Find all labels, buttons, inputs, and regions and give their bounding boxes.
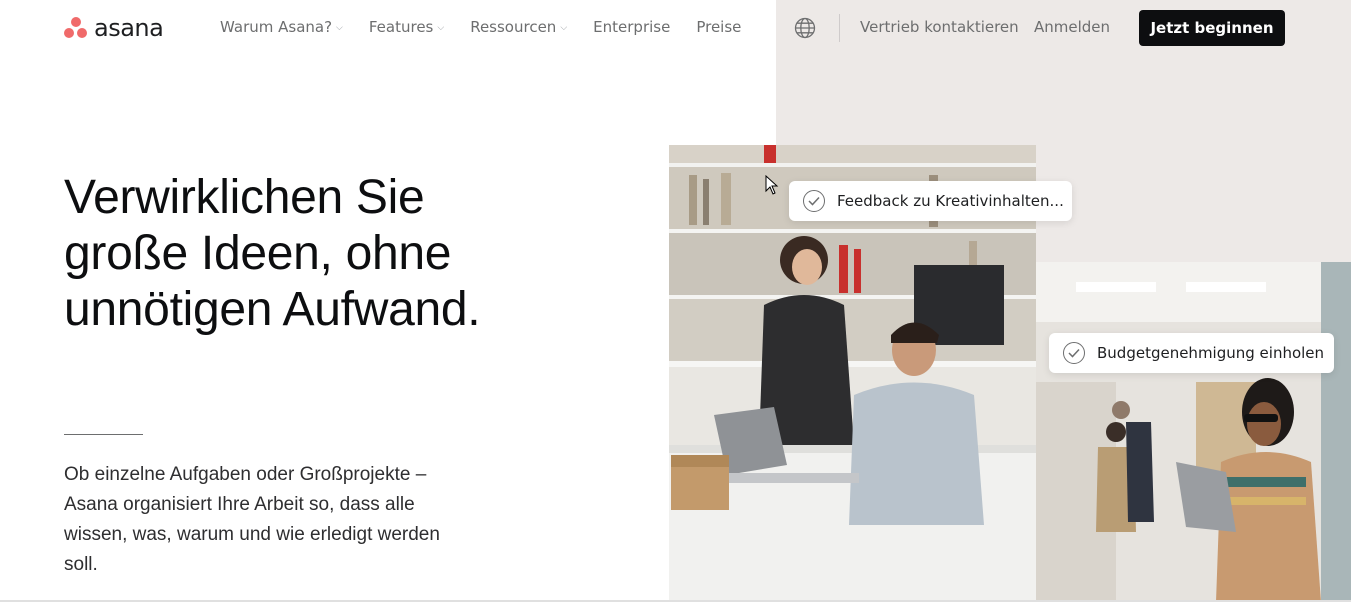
main-nav: Warum Asana? ⌵ Features ⌵ Ressourcen ⌵ E… (220, 18, 741, 36)
nav-item-label: Ressourcen (470, 18, 557, 36)
contact-sales-link[interactable]: Vertrieb kontaktieren (860, 18, 1019, 36)
hero-headline-line: große Ideen, ohne (64, 227, 452, 280)
task-card-label: Feedback zu Kreativinhalten... (837, 192, 1064, 210)
get-started-button[interactable]: Jetzt beginnen (1139, 10, 1285, 46)
login-link[interactable]: Anmelden (1034, 18, 1110, 36)
nav-item-label: Enterprise (593, 18, 671, 36)
asana-logo[interactable]: asana (64, 14, 164, 42)
nav-item-enterprise[interactable]: Enterprise (593, 18, 670, 36)
hero-subtext: Ob einzelne Aufgaben oder Großprojekte –… (64, 464, 440, 575)
task-card-budget[interactable]: Budgetgenehmigung einholen (1049, 333, 1334, 373)
task-card-label: Budgetgenehmigung einholen (1097, 344, 1325, 362)
nav-item-label: Preise (696, 18, 742, 36)
nav-item-warum-asana[interactable]: Warum Asana? ⌵ (220, 18, 343, 36)
hero-divider (64, 434, 143, 435)
task-card-feedback[interactable]: Feedback zu Kreativinhalten... (789, 181, 1072, 221)
chevron-down-icon: ⌵ (336, 23, 343, 33)
nav-item-label: Warum Asana? (220, 18, 333, 36)
asana-logo-icon (64, 17, 88, 39)
hero-photo-studio (1036, 262, 1351, 602)
nav-item-label: Features (368, 18, 434, 36)
hero-headline-line: Verwirklichen Sie (64, 171, 425, 224)
check-circle-icon[interactable] (803, 190, 825, 212)
chevron-down-icon: ⌵ (560, 23, 568, 33)
hero-headline-line: unnötigen Aufwand. (64, 283, 481, 336)
nav-item-preise[interactable]: Preise (696, 18, 741, 36)
brand-name: asana (94, 14, 164, 42)
chevron-down-icon: ⌵ (437, 23, 445, 33)
header-divider (839, 14, 840, 42)
check-circle-icon[interactable] (1063, 342, 1085, 364)
nav-item-features[interactable]: Features ⌵ (369, 18, 444, 36)
globe-icon[interactable] (794, 17, 816, 39)
nav-item-ressourcen[interactable]: Ressourcen ⌵ (470, 18, 567, 36)
mouse-cursor-icon (765, 174, 779, 199)
hero-headline: Verwirklichen Sie große Ideen, ohne unnö… (64, 170, 624, 338)
